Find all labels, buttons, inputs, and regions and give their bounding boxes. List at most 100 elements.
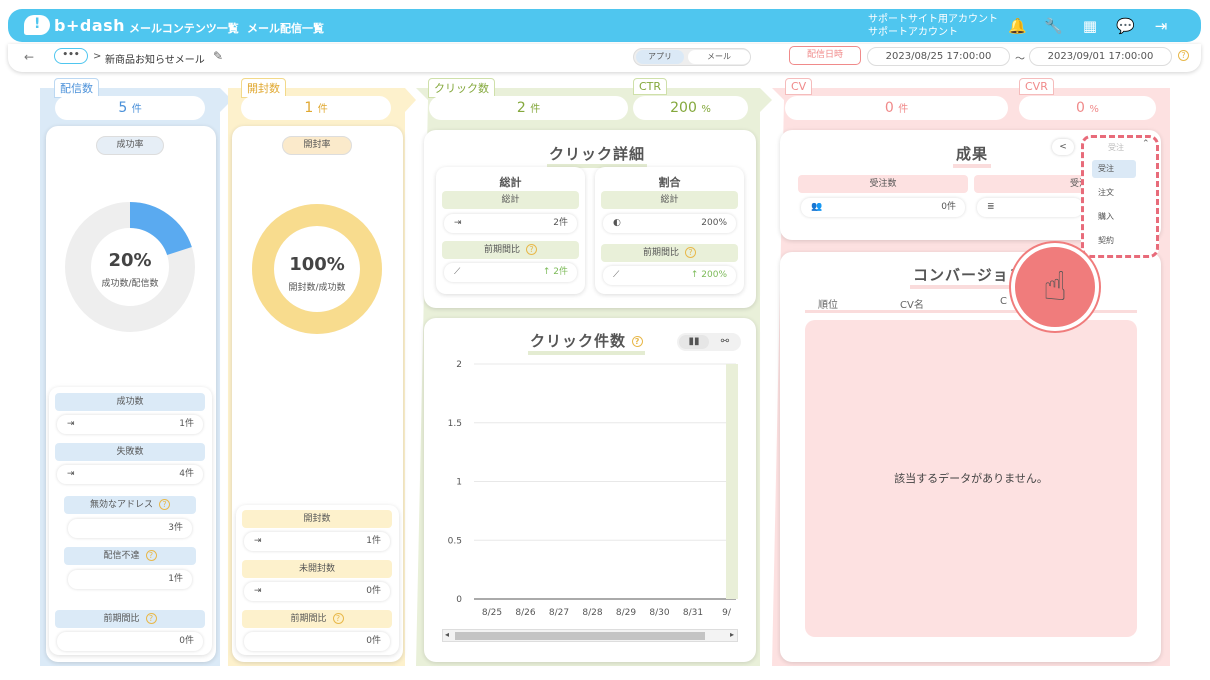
x-tick-label: 9/ — [722, 608, 732, 618]
click-ratio-value: ◐ 200% — [603, 214, 736, 233]
hover-column — [726, 364, 738, 599]
cvr-header: CVR — [1019, 78, 1054, 95]
invalid-address-value: 3件 — [68, 519, 192, 538]
click-chart-title: クリック件数? — [528, 330, 646, 355]
y-tick-label: 1 — [456, 478, 462, 488]
dropdown-item[interactable]: 受注 — [1092, 160, 1136, 178]
click-detail-title: クリック詳細 — [547, 143, 648, 168]
help-icon[interactable]: ? — [145, 613, 157, 624]
link-icon[interactable]: ⚯ — [711, 335, 739, 349]
unopened-count-label: 未開封数 — [242, 560, 392, 578]
click-count-chart: 0 0.5 1 1.5 2 8/25 8/26 8/27 8/28 8/29 8/30 8/31 9/ — [448, 360, 738, 618]
click-ratio-title: 割合 — [658, 176, 681, 189]
y-tick-label: 2 — [456, 360, 462, 370]
col-c: C — [1000, 296, 1007, 307]
help-icon[interactable]: ? — [145, 550, 157, 561]
empty-state: 該当するデータがありません。 — [805, 320, 1137, 637]
y-tick-label: 0.5 — [448, 536, 462, 546]
unopened-count-value: ⇥ 0件 — [244, 582, 390, 601]
success-rate-percent: 20% — [108, 250, 152, 271]
x-tick-label: 8/26 — [515, 608, 535, 618]
cv-count: 0 件 — [785, 96, 1008, 120]
order-count-value: 👥 0件 — [801, 198, 965, 217]
fail-count-value: ⇥ 4件 — [57, 465, 203, 484]
coins-icon: ≣ — [987, 202, 995, 212]
click-total-value: ⇥ 2件 — [444, 214, 577, 233]
ratio-prev-value: ⟋ ↑ 200% — [603, 266, 736, 285]
ctr-header: CTR — [633, 78, 668, 95]
x-tick-label: 8/31 — [683, 608, 703, 618]
scroll-left-icon[interactable]: ◂ — [445, 630, 449, 639]
help-icon[interactable]: ? — [685, 247, 696, 258]
clicks-header: クリック数 — [428, 78, 495, 98]
chevron-up-icon[interactable]: ⌃ — [1142, 139, 1150, 149]
undelivered-value: 1件 — [68, 570, 192, 589]
delivered-prev-value: 0件 — [57, 632, 203, 651]
click-prev-label: 前期間比? — [442, 241, 579, 259]
dropdown-selected: 受注 — [1108, 143, 1124, 152]
scroll-thumb[interactable] — [455, 632, 705, 640]
delivered-header: 配信数 — [54, 78, 99, 98]
ratio-prev-label: 前期間比? — [601, 244, 738, 262]
pointer-hand-icon: ☝ — [1011, 243, 1099, 331]
open-rate-label: 開封率 — [282, 136, 352, 155]
opened-count: 1 件 — [241, 96, 391, 120]
signin-icon: ⇥ — [254, 586, 262, 596]
click-ratio-sub-label: 総計 — [601, 191, 738, 209]
signin-icon: ⇥ — [454, 218, 462, 228]
signin-icon: ⇥ — [254, 536, 262, 546]
delivered-prev-label: 前期間比? — [55, 610, 205, 628]
signin-icon: ⇥ — [67, 469, 75, 479]
cvr-value: 0 % — [1019, 96, 1156, 120]
trend-chart-icon: ⟋ — [454, 267, 461, 277]
success-count-label: 成功数 — [55, 393, 205, 411]
col-cv-name: CV名 — [900, 300, 924, 311]
chart-scrollbar[interactable]: ◂ ▸ — [442, 629, 738, 642]
opened-prev-label: 前期間比? — [242, 610, 392, 628]
order-amount-value: ≣ — [977, 198, 1083, 217]
share-icon[interactable]: < — [1052, 139, 1074, 155]
opened-prev-value: 0件 — [244, 632, 390, 651]
dropdown-item[interactable]: 契約 — [1092, 232, 1136, 250]
ctr-value: 200 % — [633, 96, 748, 120]
results-title: 成果 — [953, 143, 992, 168]
x-tick-label: 8/29 — [616, 608, 636, 618]
click-total-title: 総計 — [499, 176, 522, 189]
help-icon[interactable]: ? — [159, 499, 170, 510]
click-prev-value: ⟋ ↑ 2件 — [444, 263, 577, 282]
open-count-label: 開封数 — [242, 510, 392, 528]
order-count-label: 受注数 — [798, 175, 968, 193]
open-count-value: ⇥ 1件 — [244, 532, 390, 551]
x-tick-label: 8/28 — [582, 608, 602, 618]
dropdown-item[interactable]: 購入 — [1092, 208, 1136, 226]
y-tick-label: 0 — [456, 595, 462, 605]
undelivered-label: 配信不達? — [64, 547, 196, 565]
help-icon[interactable]: ? — [632, 336, 644, 347]
scroll-right-icon[interactable]: ▸ — [730, 630, 734, 639]
users-icon: 👥 — [811, 202, 823, 212]
cv-header: CV — [785, 78, 813, 95]
chart-type-toggle: ▮▮ ⚯ — [677, 333, 741, 351]
invalid-address-label: 無効なアドレス? — [64, 496, 196, 514]
clicks-count: 2 件 — [429, 96, 628, 120]
pie-icon: ◐ — [613, 218, 621, 228]
col-rank: 順位 — [818, 300, 838, 311]
dropdown-item[interactable]: 注文 — [1092, 184, 1136, 202]
x-tick-label: 8/30 — [649, 608, 669, 618]
fail-count-label: 失敗数 — [55, 443, 205, 461]
open-rate-percent: 100% — [289, 254, 345, 275]
x-tick-label: 8/25 — [482, 608, 502, 618]
y-tick-label: 1.5 — [448, 419, 462, 429]
trend-chart-icon: ⟋ — [613, 270, 620, 280]
cv-type-dropdown[interactable]: 受注 ⌃ 受注注文購入契約 — [1081, 135, 1159, 258]
signin-icon: ⇥ — [67, 419, 75, 429]
delivered-count: 5 件 — [55, 96, 205, 120]
x-tick-label: 8/27 — [549, 608, 569, 618]
success-rate-caption: 成功数/配信数 — [101, 279, 159, 289]
open-rate-caption: 開封数/成功数 — [288, 283, 346, 293]
click-total-sub-label: 総計 — [442, 191, 579, 209]
help-icon[interactable]: ? — [332, 613, 344, 624]
success-rate-label: 成功率 — [96, 136, 164, 155]
help-icon[interactable]: ? — [526, 244, 537, 255]
bar-chart-icon[interactable]: ▮▮ — [679, 335, 709, 349]
